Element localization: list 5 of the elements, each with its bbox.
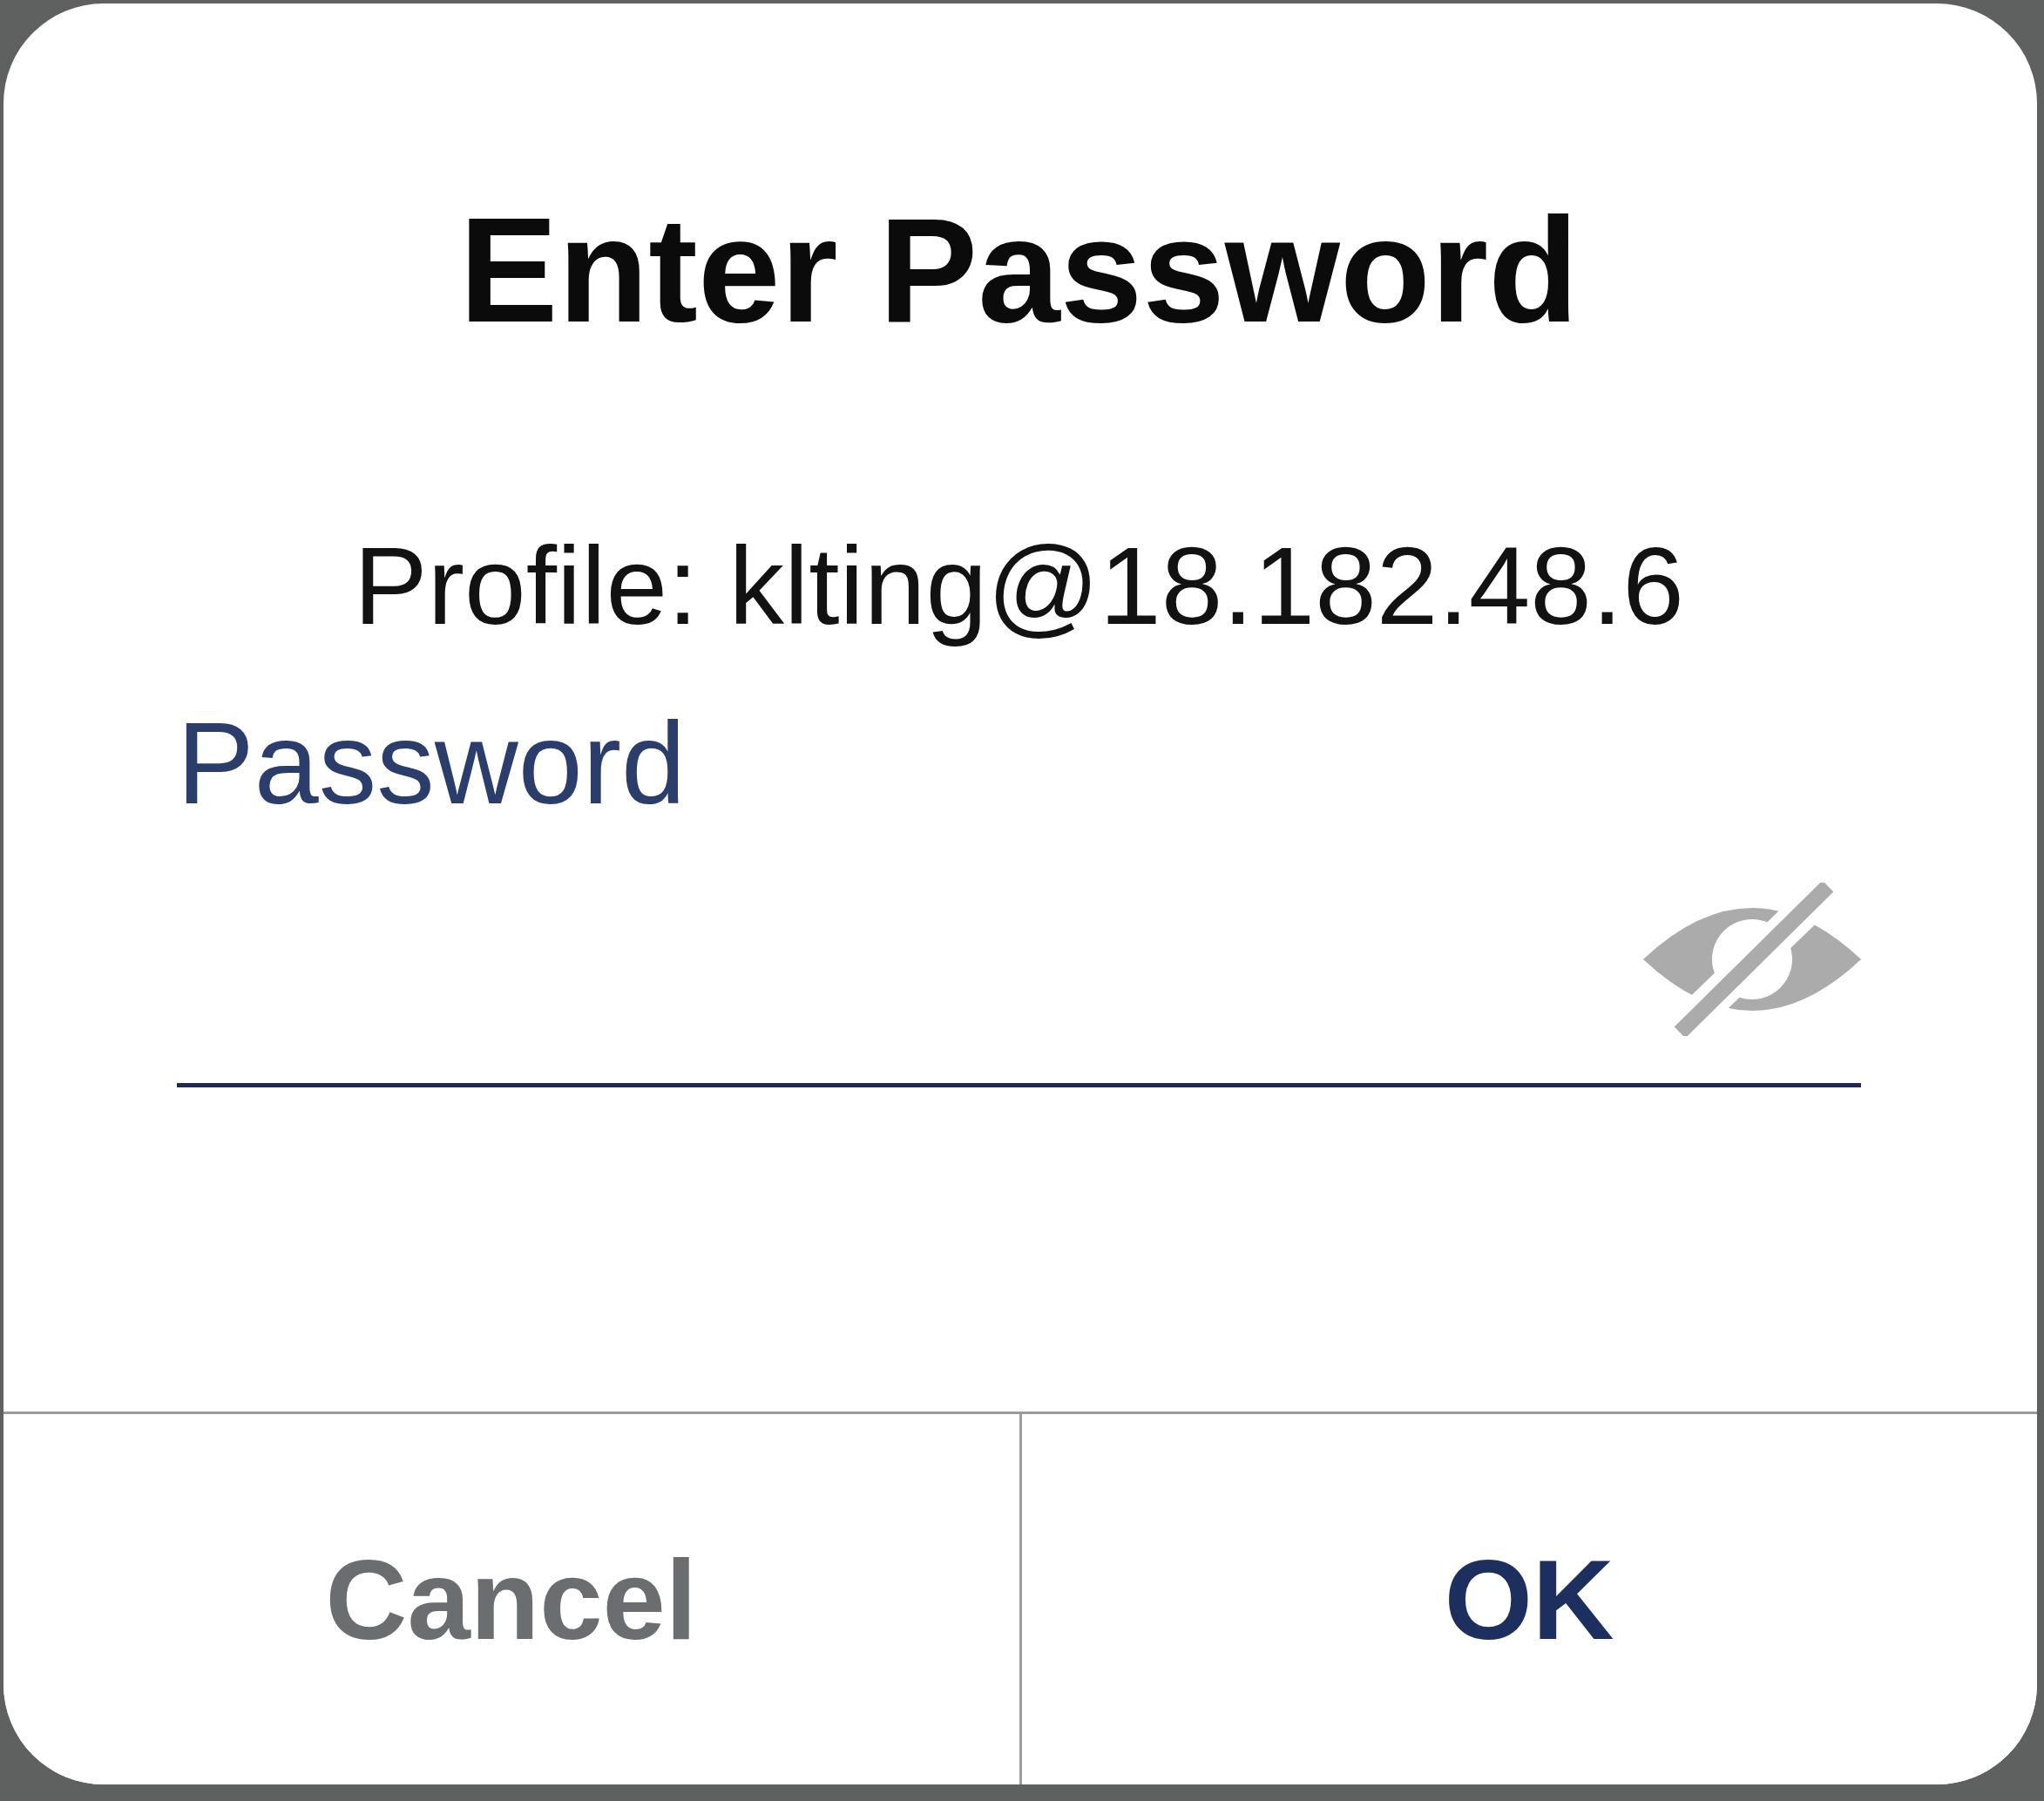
confirm-button[interactable]: OK (1019, 1414, 2037, 1784)
profile-text: Profile: klting@18.182.48.6 (354, 523, 1684, 649)
dialog-title: Enter Password (459, 196, 1579, 344)
eye-slash-icon[interactable] (1643, 883, 1861, 1037)
password-field[interactable]: Password (177, 706, 1861, 1088)
